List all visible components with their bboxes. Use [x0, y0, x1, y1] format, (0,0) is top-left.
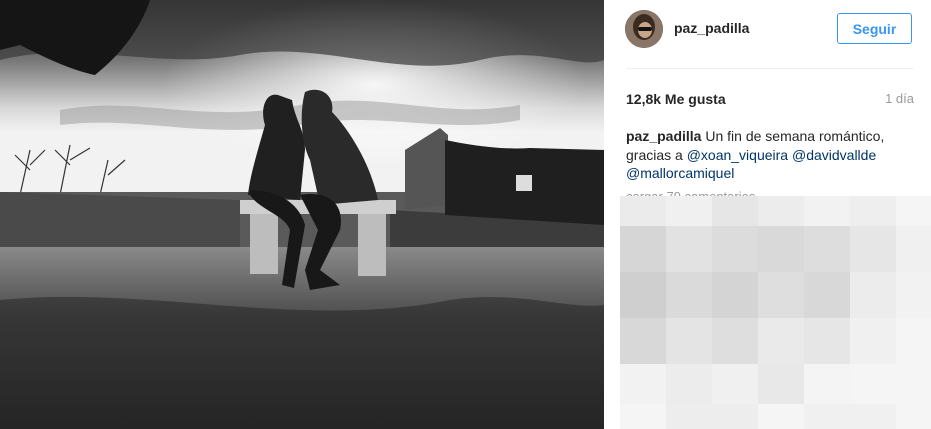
- post-header: paz_padilla Seguir: [604, 0, 931, 68]
- post-photo[interactable]: [0, 0, 604, 429]
- pixelated-comments: [620, 196, 931, 429]
- follow-button[interactable]: Seguir: [837, 13, 912, 44]
- mention-link[interactable]: @davidvallde: [792, 147, 876, 163]
- mention-link[interactable]: @mallorcamiquel: [626, 165, 734, 181]
- post-side-panel: paz_padilla Seguir 12,8k Me gusta 1 día …: [604, 0, 931, 429]
- post-caption: paz_padilla Un fin de semana romántico, …: [626, 127, 918, 183]
- mention-link[interactable]: @xoan_viqueira: [687, 147, 788, 163]
- post-time[interactable]: 1 día: [885, 91, 914, 106]
- avatar[interactable]: [625, 10, 663, 48]
- caption-username[interactable]: paz_padilla: [626, 128, 701, 144]
- likes-count[interactable]: 12,8k Me gusta: [626, 91, 726, 107]
- avatar-photo: [625, 10, 663, 48]
- author-username[interactable]: paz_padilla: [674, 20, 749, 36]
- divider: [626, 68, 914, 69]
- photo-illustration: [0, 0, 604, 429]
